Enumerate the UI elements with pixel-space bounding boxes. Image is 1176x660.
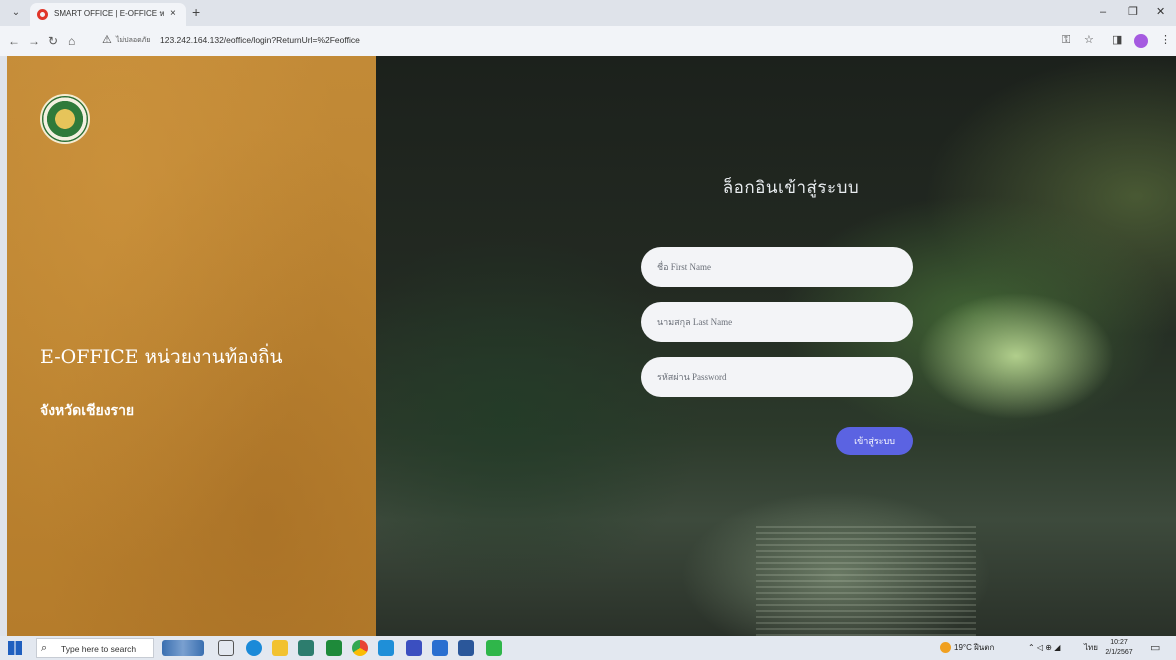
store-icon[interactable]	[298, 640, 314, 656]
back-icon[interactable]: ←	[8, 34, 20, 48]
forward-icon[interactable]: →	[28, 34, 40, 48]
login-page: E-OFFICE หน่วยงานท้องถิ่น จังหวัดเชียงรา…	[7, 56, 1176, 636]
tab-close-icon[interactable]: ×	[170, 7, 176, 21]
profile-avatar[interactable]	[1134, 34, 1148, 48]
notification-icon[interactable]: ▭	[1150, 641, 1160, 655]
favicon-icon	[37, 9, 48, 20]
first-name-input[interactable]	[641, 247, 913, 287]
menu-dots-icon[interactable]: ⋮	[1160, 33, 1171, 47]
home-icon[interactable]: ⌂	[68, 34, 75, 48]
insecure-label[interactable]: ไม่ปลอดภัย	[116, 35, 150, 46]
password-input[interactable]	[641, 357, 913, 397]
minimize-icon[interactable]: –	[1100, 5, 1106, 19]
file-explorer-icon[interactable]	[272, 640, 288, 656]
branding-panel: E-OFFICE หน่วยงานท้องถิ่น จังหวัดเชียงรา…	[7, 56, 376, 636]
cave-background: ล็อกอินเข้าสู่ระบบ เข้าสู่ระบบ	[376, 56, 1176, 636]
window-close-icon[interactable]: ✕	[1156, 5, 1165, 19]
last-name-input[interactable]	[641, 302, 913, 342]
windows-start-icon[interactable]	[8, 641, 22, 655]
warning-icon[interactable]: ⚠	[102, 33, 112, 47]
search-icon: ⌕	[41, 642, 48, 654]
edge-icon[interactable]	[246, 640, 262, 656]
taskbar-search[interactable]: ⌕ Type here to search	[36, 638, 154, 658]
weather-text[interactable]: 19°C ฝีนตก	[954, 641, 994, 655]
url-text[interactable]: 123.242.164.132/eoffice/login?ReturnUrl=…	[160, 34, 360, 47]
login-button[interactable]: เข้าสู่ระบบ	[836, 427, 913, 455]
windows-taskbar: ⌕ Type here to search 19°C ฝีนตก ⌃ ◁ ⊕ ◢…	[0, 636, 1176, 660]
word-icon[interactable]	[458, 640, 474, 656]
task-view-icon[interactable]	[218, 640, 234, 656]
clock-time[interactable]: 10:27	[1104, 638, 1134, 647]
password-key-icon[interactable]: ⚿	[1062, 33, 1070, 47]
system-tray-icons[interactable]: ⌃ ◁ ⊕ ◢	[1028, 641, 1060, 655]
mail-icon[interactable]	[378, 640, 394, 656]
browser-toolbar: ← → ↻ ⌂ ⚠ ไม่ปลอดภัย 123.242.164.132/eof…	[0, 26, 1176, 56]
browser-tab[interactable]: SMART OFFICE | E-OFFICE หน่ว... ×	[30, 3, 186, 26]
address-bar[interactable]: ⚠ ไม่ปลอดภัย 123.242.164.132/eoffice/log…	[98, 31, 1108, 50]
water-reflection	[756, 526, 976, 636]
chrome-icon[interactable]	[352, 640, 368, 656]
weather-icon[interactable]	[940, 642, 951, 653]
clock-date[interactable]: 2/1/2567	[1100, 648, 1138, 657]
restore-icon[interactable]: ❐	[1128, 5, 1138, 19]
bookmark-star-icon[interactable]: ☆	[1084, 33, 1094, 47]
line-icon[interactable]	[486, 640, 502, 656]
app-blue-icon[interactable]	[432, 640, 448, 656]
agency-seal-logo	[40, 94, 90, 144]
app-title: E-OFFICE หน่วยงานท้องถิ่น	[40, 346, 283, 368]
language-indicator[interactable]: ไทย	[1084, 641, 1098, 655]
reload-icon[interactable]: ↻	[48, 34, 58, 48]
login-heading: ล็อกอินเข้าสู่ระบบ	[722, 178, 860, 197]
browser-tab-strip: ⌄ SMART OFFICE | E-OFFICE หน่ว... × + – …	[0, 0, 1176, 26]
province-label: จังหวัดเชียงราย	[40, 403, 135, 419]
tab-title: SMART OFFICE | E-OFFICE หน่ว...	[54, 9, 164, 18]
side-panel-icon[interactable]: ◨	[1112, 33, 1122, 47]
search-highlight-icon[interactable]	[162, 640, 204, 656]
tab-search-icon[interactable]: ⌄	[6, 5, 26, 21]
new-tab-button[interactable]: +	[192, 5, 200, 19]
search-placeholder: Type here to search	[61, 644, 137, 654]
photoshop-icon[interactable]	[406, 640, 422, 656]
app-green-icon[interactable]	[326, 640, 342, 656]
